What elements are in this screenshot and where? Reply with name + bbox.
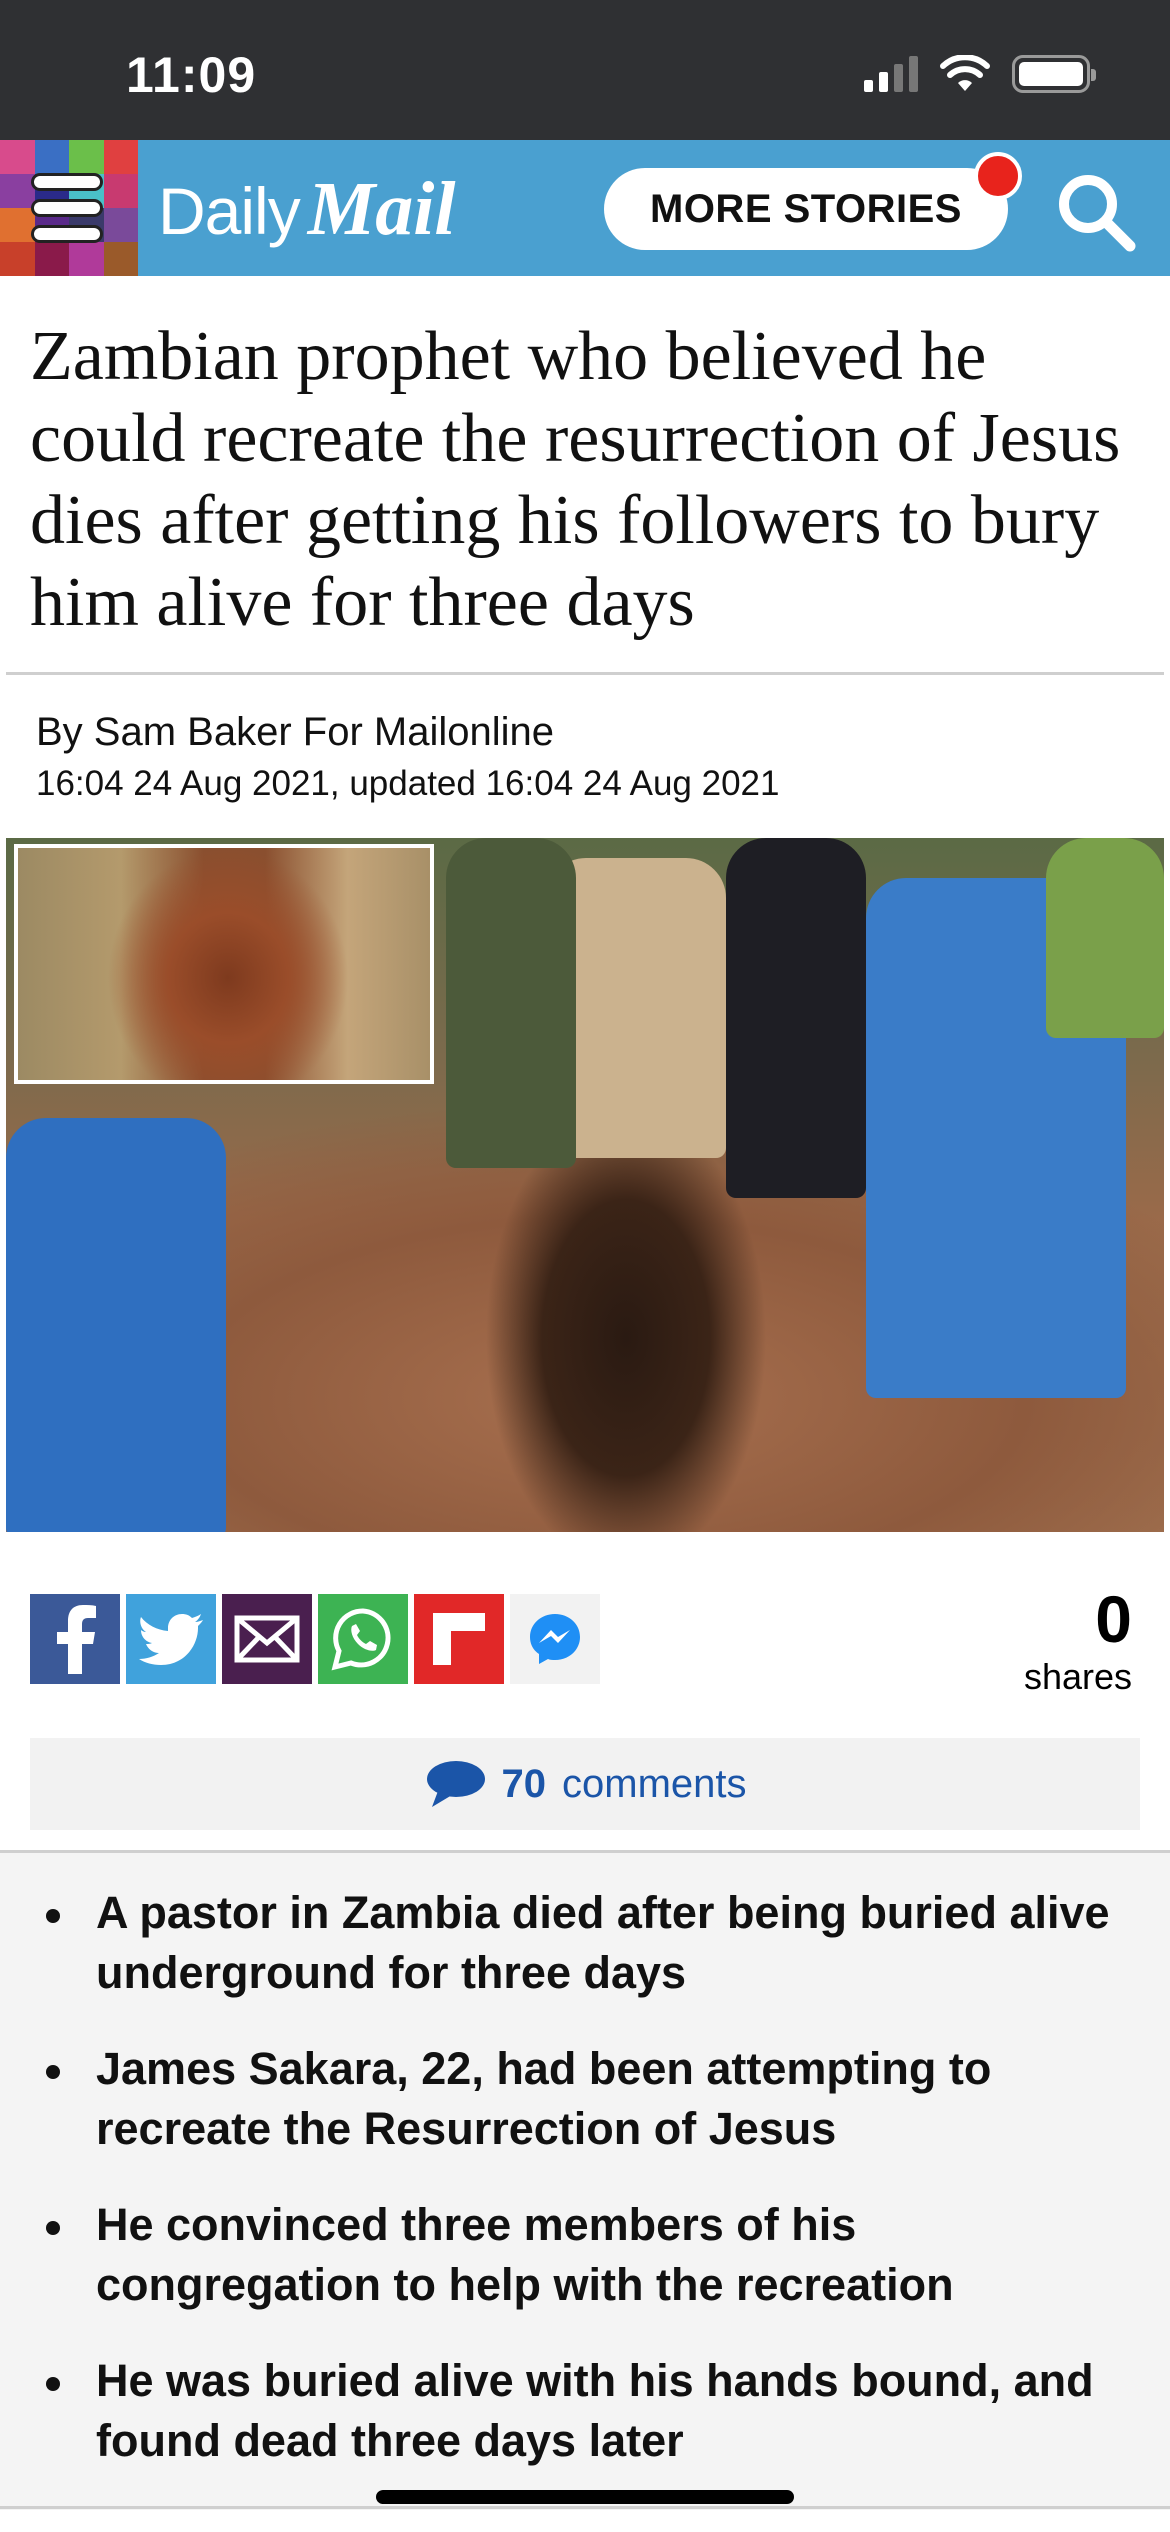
- share-count-number: 0: [1095, 1582, 1132, 1656]
- photo-inset: [14, 844, 434, 1084]
- share-count-label: shares: [1023, 1656, 1132, 1697]
- comments-count: 70: [501, 1761, 547, 1806]
- article-summary: A pastor in Zambia died after being buri…: [0, 1850, 1170, 2510]
- article-photo[interactable]: [6, 838, 1164, 1532]
- email-icon[interactable]: [222, 1594, 312, 1684]
- article-dateline: 16:04 24 Aug 2021, updated 16:04 24 Aug …: [36, 764, 780, 803]
- headline-divider: [6, 672, 1164, 675]
- article-headline: Zambian prophet who believed he could re…: [30, 318, 1121, 641]
- menu-button[interactable]: [0, 140, 138, 276]
- status-bar: 11:09: [0, 0, 1170, 140]
- logo-mail: Mail: [307, 167, 456, 251]
- site-header: Daily Mail MORE STORIES: [0, 140, 1170, 276]
- photo-figure: [1046, 838, 1164, 1038]
- article-byline[interactable]: By Sam Baker For Mailonline: [36, 710, 554, 755]
- more-stories-button[interactable]: MORE STORIES: [604, 168, 1008, 250]
- summary-divider: [0, 2506, 1170, 2509]
- flipboard-icon[interactable]: [414, 1594, 504, 1684]
- photo-figure: [6, 1118, 226, 1532]
- status-time: 11:09: [126, 47, 257, 103]
- notification-dot: [974, 152, 1022, 200]
- twitter-icon[interactable]: [126, 1594, 216, 1684]
- photo-figure: [446, 838, 576, 1168]
- logo-daily: Daily: [158, 174, 301, 248]
- site-logo[interactable]: Daily Mail: [158, 166, 456, 253]
- hamburger-icon: [34, 176, 100, 240]
- summary-bullet: He was buried alive with his hands bound…: [40, 2351, 1130, 2471]
- comment-bubble-icon: [426, 1761, 485, 1807]
- summary-bullet: A pastor in Zambia died after being buri…: [40, 1883, 1130, 2003]
- summary-bullet: James Sakara, 22, had been attempting to…: [40, 2039, 1130, 2159]
- facebook-icon[interactable]: [30, 1594, 120, 1684]
- comments-button[interactable]: 70 comments: [30, 1738, 1140, 1830]
- share-count: 0 shares: [1024, 1586, 1132, 1698]
- status-icons: [864, 54, 1096, 94]
- comments-label: comments: [562, 1761, 747, 1806]
- messenger-icon[interactable]: [510, 1594, 600, 1684]
- search-icon[interactable]: [1054, 170, 1138, 254]
- wifi-icon: [940, 55, 990, 91]
- battery-icon: [1012, 55, 1096, 93]
- share-buttons: [30, 1594, 600, 1684]
- whatsapp-icon[interactable]: [318, 1594, 408, 1684]
- summary-bullet: He convinced three members of his congre…: [40, 2195, 1130, 2315]
- photo-figure: [726, 838, 866, 1198]
- home-indicator[interactable]: [376, 2490, 794, 2504]
- cellular-signal-icon: [864, 56, 918, 92]
